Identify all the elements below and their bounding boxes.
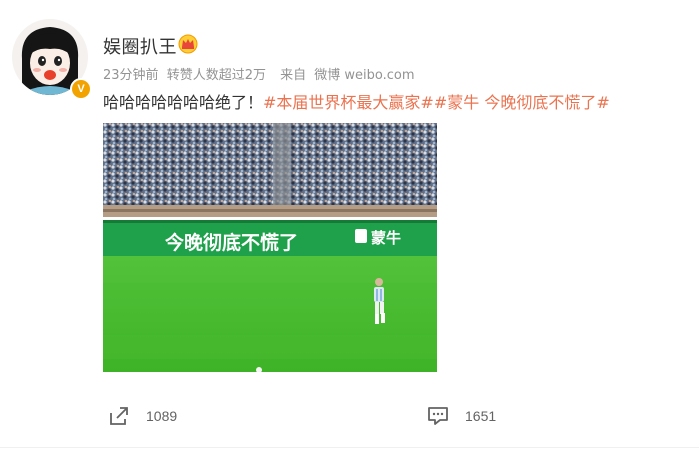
repost-button[interactable]: 1089: [108, 405, 177, 427]
source-app[interactable]: 微博 weibo.com: [314, 68, 414, 83]
source-prefix: 来自: [280, 68, 307, 83]
post-image[interactable]: 今晚彻底不慌了 蒙牛: [103, 123, 437, 372]
hashtag-link[interactable]: #蒙牛 今晚彻底不慌了#: [434, 93, 610, 112]
verified-badge-icon: V: [70, 78, 92, 100]
repost-like-note: 转赞人数超过2万: [166, 68, 266, 83]
username[interactable]: 娱圈扒王: [103, 33, 177, 59]
action-bar: 1089 1651: [0, 400, 699, 430]
board-text: 今晚彻底不慌了: [164, 231, 298, 254]
post-time[interactable]: 23分钟前: [103, 68, 159, 83]
divider: [0, 447, 699, 448]
hashtag-link[interactable]: #本届世界杯最大赢家#: [263, 93, 434, 112]
comment-count: 1651: [465, 408, 497, 424]
post-text: 哈哈哈哈哈哈哈绝了！#本届世界杯最大赢家##蒙牛 今晚彻底不慌了#: [103, 89, 610, 113]
share-icon: [110, 407, 128, 425]
crown-badge-icon[interactable]: [178, 34, 198, 54]
board-brand: 蒙牛: [371, 229, 401, 247]
comment-icon: [428, 407, 448, 425]
post-meta: 23分钟前 转赞人数超过2万 来自 微博 weibo.com: [103, 64, 419, 83]
post-text-plain: 哈哈哈哈哈哈哈绝了！: [103, 93, 264, 112]
comment-button[interactable]: 1651: [427, 405, 496, 427]
repost-count: 1089: [146, 408, 178, 424]
